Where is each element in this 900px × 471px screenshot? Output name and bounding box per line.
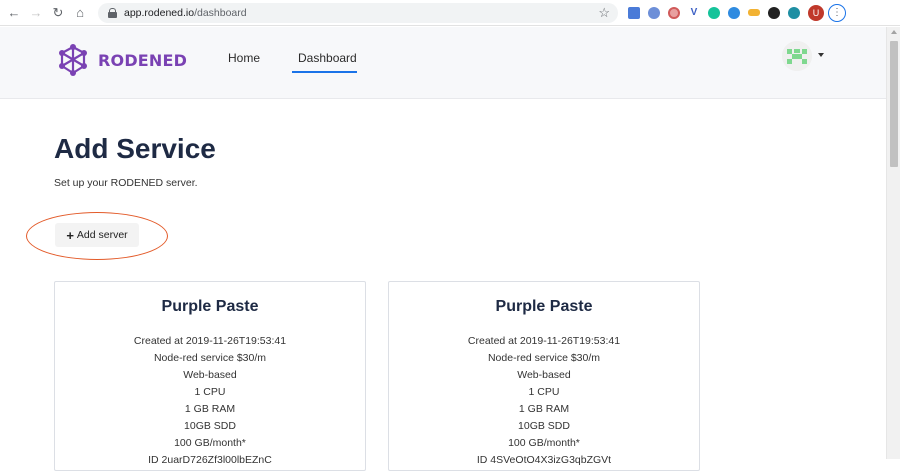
service-ram: 1 GB RAM [518,403,570,415]
scroll-thumb[interactable] [890,41,898,167]
plus-icon: + [66,227,74,243]
service-ram: 1 GB RAM [184,403,236,415]
service-card-details: Created at 2019-11-26T19:53:41 Node-red … [55,333,365,469]
user-menu-caret-icon[interactable] [818,53,824,57]
extension-icon[interactable] [648,6,660,19]
scroll-up-arrow-icon[interactable] [891,30,897,34]
service-id: ID 4SVeOtO4X3izG3qbZGVt [476,454,612,466]
browser-menu-icon[interactable]: ⋮ [828,3,846,22]
service-plan: Node-red service $30/m [153,352,267,364]
service-cpu: 1 CPU [194,386,226,398]
url-text: app.rodened.io/dashboard [124,6,247,19]
service-type: Web-based [517,369,571,381]
identicon-icon [782,41,812,71]
browser-nav-buttons: ← → ↻ ⌂ [6,5,88,21]
service-cpu: 1 CPU [528,386,560,398]
service-card[interactable]: Purple Paste Created at 2019-11-26T19:53… [388,281,700,471]
service-created-at: Created at 2019-11-26T19:53:41 [133,335,287,347]
user-avatar[interactable] [782,41,812,71]
service-storage: 10GB SDD [184,420,236,432]
extensions-bar: V [628,6,800,19]
service-type: Web-based [183,369,237,381]
nav-dashboard-link[interactable]: Dashboard [298,51,357,65]
back-icon[interactable]: ← [6,5,22,21]
service-card-title: Purple Paste [161,298,259,315]
grammarly-extension-icon[interactable] [708,6,720,19]
profile-avatar[interactable]: U [808,4,824,21]
vue-extension-icon[interactable]: V [688,7,700,19]
page-subtitle: Set up your RODENED server. [54,177,198,189]
bookmark-star-icon[interactable]: ☆ [598,5,610,21]
reload-icon[interactable]: ↻ [50,5,66,21]
service-bandwidth: 100 GB/month* [508,437,580,449]
extension-icon[interactable] [668,6,680,19]
service-storage: 10GB SDD [518,420,570,432]
service-card-details: Created at 2019-11-26T19:53:41 Node-red … [389,333,699,469]
lock-icon [108,7,117,18]
add-server-label: Add server [76,229,128,241]
service-id: ID 2uarD726Zf3l00lbEZnC [148,454,272,466]
app-header: RODENED Home Dashboard [0,27,886,99]
page-scrollbar[interactable] [886,27,900,459]
brand-logo[interactable]: RODENED [55,42,187,78]
forward-icon[interactable]: → [28,5,44,21]
pacman-extension-icon[interactable] [768,6,780,19]
add-server-button[interactable]: + Add server [55,223,139,247]
translate-extension-icon[interactable] [628,6,640,19]
service-card-title: Purple Paste [495,298,593,315]
brand-name: RODENED [98,50,188,70]
logo-network-icon [59,44,87,76]
page-title: Add Service [54,133,216,164]
nav-home-link[interactable]: Home [228,51,260,65]
link-extension-icon[interactable] [748,9,760,16]
service-card[interactable]: Purple Paste Created at 2019-11-26T19:53… [54,281,366,471]
service-created-at: Created at 2019-11-26T19:53:41 [467,335,621,347]
address-bar[interactable]: app.rodened.io/dashboard ☆ [98,2,618,23]
service-plan: Node-red service $30/m [487,352,601,364]
home-icon[interactable]: ⌂ [72,5,88,21]
globe-extension-icon[interactable] [728,6,740,19]
browser-toolbar: ← → ↻ ⌂ app.rodened.io/dashboard ☆ V U ⋮ [0,0,900,26]
extension-icon[interactable] [788,6,800,19]
active-nav-indicator [292,71,357,73]
service-bandwidth: 100 GB/month* [174,437,246,449]
